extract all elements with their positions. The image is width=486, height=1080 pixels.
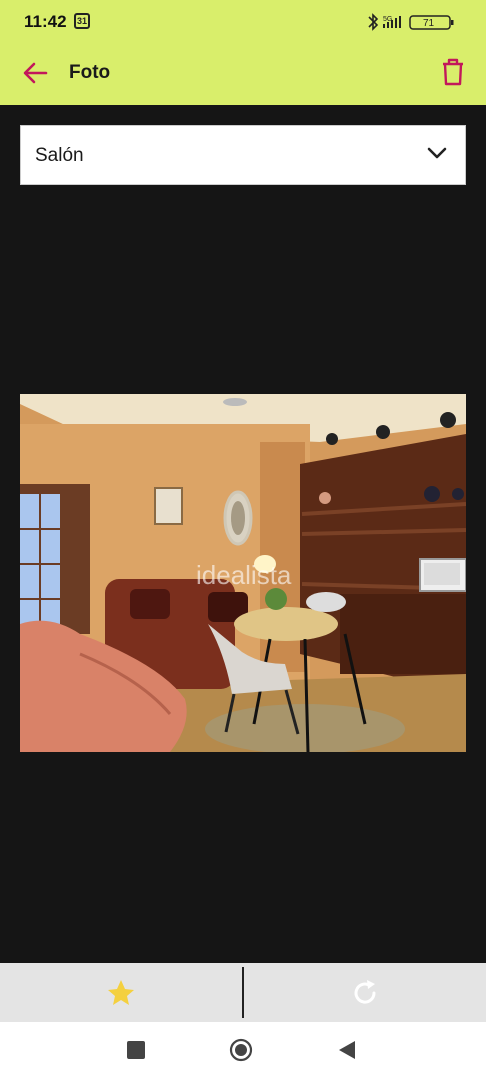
favorite-button[interactable] xyxy=(106,978,136,1008)
network-label: 5G xyxy=(383,16,392,23)
status-time: 11:42 xyxy=(24,12,67,31)
action-bar xyxy=(0,963,486,1022)
arrow-left-icon xyxy=(23,62,48,84)
nav-back-button[interactable] xyxy=(337,1039,357,1061)
rotate-button[interactable] xyxy=(350,978,380,1008)
signal-icon: 5G xyxy=(383,16,401,28)
page-title: Foto xyxy=(69,62,111,83)
refresh-icon xyxy=(354,980,376,1004)
app-bar: Foto xyxy=(0,42,486,105)
status-icons: 5G 71 xyxy=(366,12,456,32)
delete-button[interactable] xyxy=(438,55,468,89)
trash-icon xyxy=(443,58,463,86)
status-bar: 11:42 31 5G 71 xyxy=(0,0,486,42)
battery-level: 71 xyxy=(423,18,435,29)
action-divider xyxy=(242,967,244,1018)
recents-button[interactable] xyxy=(127,1041,145,1059)
back-button[interactable] xyxy=(18,56,52,90)
top-bar: 11:42 31 5G 71 Foto xyxy=(0,0,486,105)
star-icon xyxy=(108,980,134,1005)
system-nav-bar xyxy=(0,1022,486,1080)
room-photo: idealista xyxy=(20,394,466,752)
bluetooth-icon xyxy=(368,13,379,31)
room-select-value: Salón xyxy=(35,145,84,166)
room-select[interactable]: Salón xyxy=(20,125,466,185)
photo-watermark: idealista xyxy=(196,560,292,590)
calendar-icon: 31 xyxy=(74,13,90,29)
home-button[interactable] xyxy=(229,1038,253,1062)
chevron-down-icon xyxy=(427,147,447,159)
battery-icon: 71 xyxy=(409,15,454,30)
